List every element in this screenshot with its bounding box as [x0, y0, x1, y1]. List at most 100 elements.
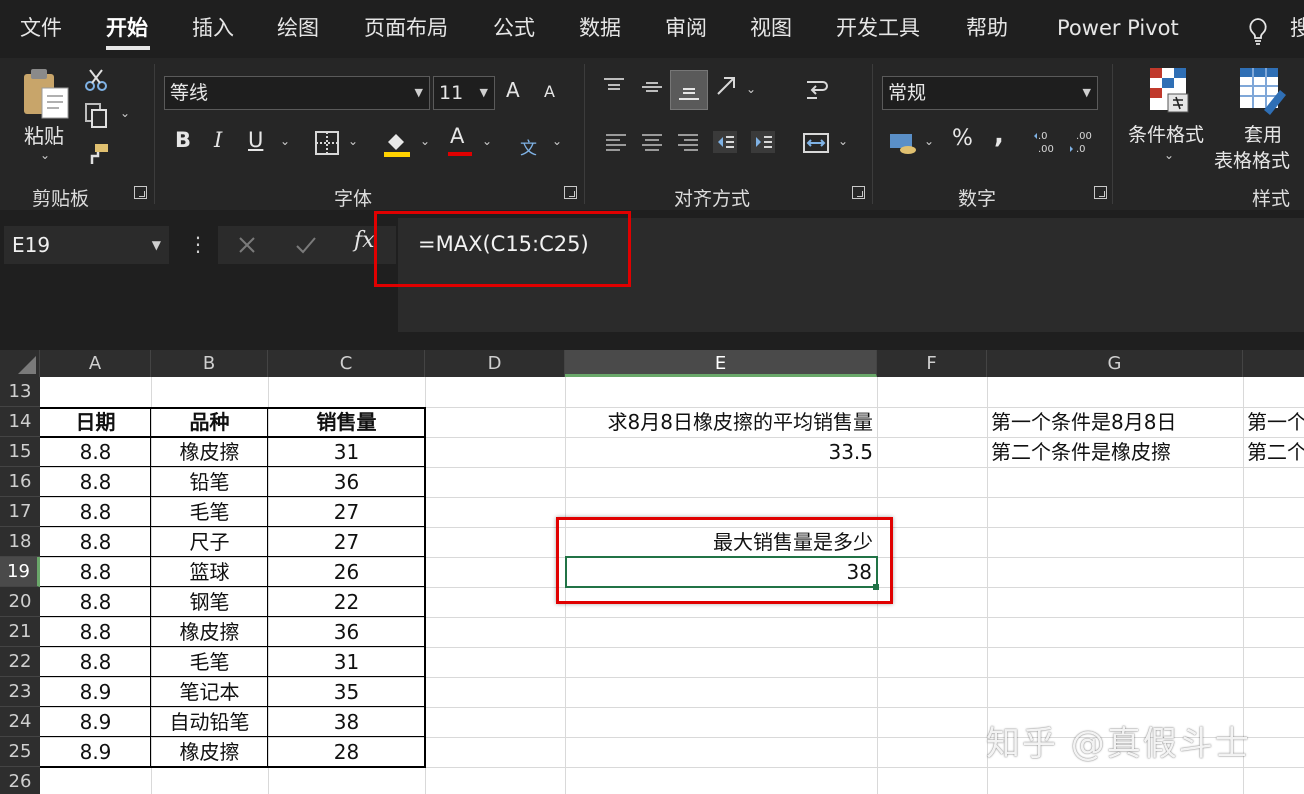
align-middle-icon[interactable] — [640, 76, 664, 98]
font-color-dropdown[interactable]: ⌄ — [482, 134, 492, 148]
row-header-22[interactable]: 22 — [0, 647, 40, 677]
column-header-d[interactable]: D — [425, 350, 565, 377]
row-header-23[interactable]: 23 — [0, 677, 40, 707]
tell-me-search[interactable]: 搜 — [1290, 14, 1304, 42]
orientation-dropdown[interactable]: ⌄ — [746, 82, 756, 96]
number-format-combo[interactable]: 常规 ▼ — [882, 76, 1098, 110]
table-cell-date[interactable]: 8.8 — [40, 437, 151, 467]
row-header-14[interactable]: 14 — [0, 407, 40, 437]
table-cell-date[interactable]: 8.8 — [40, 557, 151, 587]
table-cell-sales[interactable]: 22 — [268, 587, 425, 617]
tab-file[interactable]: 文件 — [20, 14, 62, 42]
tab-insert[interactable]: 插入 — [192, 14, 234, 42]
table-cell-item[interactable]: 橡皮擦 — [151, 737, 268, 767]
decrease-decimal-icon[interactable]: .00.0 — [1068, 128, 1096, 156]
phonetic-button[interactable]: 文 — [520, 134, 537, 159]
format-as-table-label-2[interactable]: 表格格式 — [1214, 146, 1290, 173]
merge-center-icon[interactable] — [802, 130, 830, 156]
chevron-down-icon[interactable]: ▼ — [152, 226, 161, 264]
table-cell-item[interactable]: 橡皮擦 — [151, 617, 268, 647]
lightbulb-icon[interactable] — [1246, 16, 1270, 46]
table-cell-sales[interactable]: 28 — [268, 737, 425, 767]
table-cell-sales[interactable]: 36 — [268, 467, 425, 497]
paste-label[interactable]: 粘贴 — [24, 120, 64, 149]
paste-icon[interactable] — [20, 66, 72, 122]
shrink-font-button[interactable]: A — [544, 82, 555, 101]
font-dialog-launcher[interactable] — [564, 186, 577, 199]
table-cell-sales[interactable]: 36 — [268, 617, 425, 647]
table-cell-item[interactable]: 尺子 — [151, 527, 268, 557]
table-header-item[interactable]: 品种 — [151, 407, 268, 437]
cell-g15[interactable]: 第二个条件是橡皮擦 — [991, 437, 1241, 467]
row-header-17[interactable]: 17 — [0, 497, 40, 527]
cancel-icon[interactable] — [236, 234, 258, 256]
conditional-formatting-icon[interactable] — [1146, 66, 1192, 116]
column-header-b[interactable]: B — [151, 350, 268, 377]
align-center-icon[interactable] — [640, 132, 664, 154]
conditional-formatting-label[interactable]: 条件格式 — [1128, 120, 1204, 147]
table-cell-sales[interactable]: 27 — [268, 497, 425, 527]
copy-icon[interactable] — [84, 102, 110, 130]
tab-view[interactable]: 视图 — [750, 14, 792, 42]
more-options-icon[interactable]: ⋮ — [188, 232, 208, 256]
tab-review[interactable]: 审阅 — [665, 14, 707, 42]
align-top-icon[interactable] — [602, 76, 626, 98]
borders-icon[interactable] — [314, 130, 340, 156]
underline-dropdown[interactable]: ⌄ — [280, 134, 290, 148]
phonetic-dropdown[interactable]: ⌄ — [552, 134, 562, 148]
orientation-icon[interactable] — [714, 74, 742, 100]
column-header-e[interactable]: E — [565, 350, 877, 377]
row-header-24[interactable]: 24 — [0, 707, 40, 737]
tab-developer[interactable]: 开发工具 — [836, 14, 920, 42]
table-cell-item[interactable]: 钢笔 — [151, 587, 268, 617]
table-header-sales[interactable]: 销售量 — [268, 407, 425, 437]
row-header-15[interactable]: 15 — [0, 437, 40, 467]
table-cell-sales[interactable]: 38 — [268, 707, 425, 737]
row-header-18[interactable]: 18 — [0, 527, 40, 557]
table-cell-date[interactable]: 8.9 — [40, 677, 151, 707]
table-header-date[interactable]: 日期 — [40, 407, 151, 437]
table-cell-item[interactable]: 自动铅笔 — [151, 707, 268, 737]
font-name-combo[interactable]: 等线 ▼ — [164, 76, 430, 110]
underline-button[interactable]: U — [248, 128, 263, 152]
row-header-21[interactable]: 21 — [0, 617, 40, 647]
tab-help[interactable]: 帮助 — [966, 14, 1008, 42]
table-cell-date[interactable]: 8.8 — [40, 527, 151, 557]
table-cell-sales[interactable]: 31 — [268, 647, 425, 677]
italic-button[interactable]: I — [214, 128, 222, 152]
row-header-19[interactable]: 19 — [0, 557, 40, 587]
tab-page-layout[interactable]: 页面布局 — [364, 14, 448, 42]
font-size-combo[interactable]: 11 ▼ — [433, 76, 495, 110]
table-cell-date[interactable]: 8.8 — [40, 497, 151, 527]
grow-font-button[interactable]: A — [506, 78, 520, 102]
table-cell-date[interactable]: 8.8 — [40, 587, 151, 617]
copy-dropdown[interactable]: ⌄ — [120, 106, 130, 120]
format-as-table-icon[interactable] — [1238, 66, 1288, 116]
table-cell-item[interactable]: 毛笔 — [151, 647, 268, 677]
column-header-g[interactable]: G — [987, 350, 1243, 377]
row-header-20[interactable]: 20 — [0, 587, 40, 617]
percent-button[interactable]: % — [952, 126, 973, 151]
align-bottom-button[interactable] — [670, 70, 708, 110]
cut-icon[interactable] — [84, 68, 110, 92]
column-header-c[interactable]: C — [268, 350, 425, 377]
tab-formulas[interactable]: 公式 — [493, 14, 535, 42]
paste-dropdown[interactable]: ⌄ — [40, 148, 50, 162]
bold-button[interactable]: B — [175, 128, 191, 152]
table-cell-item[interactable]: 毛笔 — [151, 497, 268, 527]
table-cell-date[interactable]: 8.8 — [40, 647, 151, 677]
align-right-icon[interactable] — [676, 132, 700, 154]
row-header-26[interactable]: 26 — [0, 767, 40, 794]
table-cell-date[interactable]: 8.9 — [40, 707, 151, 737]
tab-data[interactable]: 数据 — [579, 14, 621, 42]
decrease-indent-icon[interactable] — [712, 130, 738, 154]
cell-e15[interactable]: 33.5 — [565, 437, 873, 467]
row-header-25[interactable]: 25 — [0, 737, 40, 767]
tab-home[interactable]: 开始 — [106, 14, 148, 42]
merge-dropdown[interactable]: ⌄ — [838, 134, 848, 148]
align-left-icon[interactable] — [604, 132, 628, 154]
table-cell-date[interactable]: 8.8 — [40, 617, 151, 647]
table-cell-date[interactable]: 8.8 — [40, 467, 151, 497]
table-cell-sales[interactable]: 27 — [268, 527, 425, 557]
conditional-formatting-dropdown[interactable]: ⌄ — [1164, 148, 1174, 162]
